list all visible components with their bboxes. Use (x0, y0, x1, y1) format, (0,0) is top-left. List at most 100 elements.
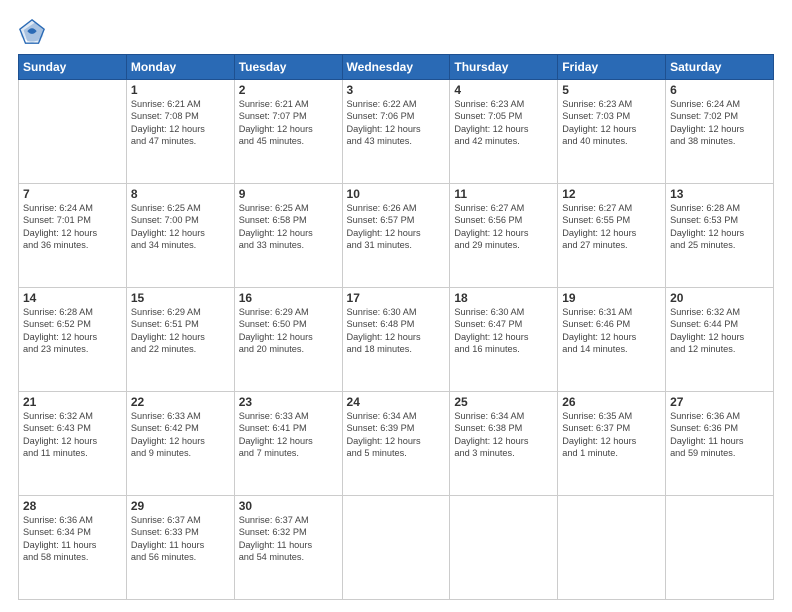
day-info: Sunrise: 6:27 AM Sunset: 6:56 PM Dayligh… (454, 202, 553, 252)
calendar-week-row: 7Sunrise: 6:24 AM Sunset: 7:01 PM Daylig… (19, 184, 774, 288)
day-number: 26 (562, 395, 661, 409)
day-number: 22 (131, 395, 230, 409)
calendar-cell: 17Sunrise: 6:30 AM Sunset: 6:48 PM Dayli… (342, 288, 450, 392)
day-info: Sunrise: 6:25 AM Sunset: 6:58 PM Dayligh… (239, 202, 338, 252)
day-number: 7 (23, 187, 122, 201)
calendar-cell: 24Sunrise: 6:34 AM Sunset: 6:39 PM Dayli… (342, 392, 450, 496)
day-info: Sunrise: 6:37 AM Sunset: 6:33 PM Dayligh… (131, 514, 230, 564)
calendar-cell: 18Sunrise: 6:30 AM Sunset: 6:47 PM Dayli… (450, 288, 558, 392)
day-number: 8 (131, 187, 230, 201)
day-number: 16 (239, 291, 338, 305)
day-info: Sunrise: 6:33 AM Sunset: 6:42 PM Dayligh… (131, 410, 230, 460)
day-number: 19 (562, 291, 661, 305)
calendar-week-row: 14Sunrise: 6:28 AM Sunset: 6:52 PM Dayli… (19, 288, 774, 392)
day-info: Sunrise: 6:36 AM Sunset: 6:36 PM Dayligh… (670, 410, 769, 460)
calendar-cell: 20Sunrise: 6:32 AM Sunset: 6:44 PM Dayli… (666, 288, 774, 392)
page: SundayMondayTuesdayWednesdayThursdayFrid… (0, 0, 792, 612)
day-number: 11 (454, 187, 553, 201)
day-info: Sunrise: 6:27 AM Sunset: 6:55 PM Dayligh… (562, 202, 661, 252)
calendar-cell: 7Sunrise: 6:24 AM Sunset: 7:01 PM Daylig… (19, 184, 127, 288)
day-info: Sunrise: 6:34 AM Sunset: 6:39 PM Dayligh… (347, 410, 446, 460)
calendar-cell (342, 496, 450, 600)
calendar-cell: 27Sunrise: 6:36 AM Sunset: 6:36 PM Dayli… (666, 392, 774, 496)
day-info: Sunrise: 6:26 AM Sunset: 6:57 PM Dayligh… (347, 202, 446, 252)
calendar-cell: 23Sunrise: 6:33 AM Sunset: 6:41 PM Dayli… (234, 392, 342, 496)
calendar-cell: 10Sunrise: 6:26 AM Sunset: 6:57 PM Dayli… (342, 184, 450, 288)
day-number: 3 (347, 83, 446, 97)
calendar-week-row: 1Sunrise: 6:21 AM Sunset: 7:08 PM Daylig… (19, 80, 774, 184)
day-info: Sunrise: 6:22 AM Sunset: 7:06 PM Dayligh… (347, 98, 446, 148)
day-number: 27 (670, 395, 769, 409)
calendar-cell: 12Sunrise: 6:27 AM Sunset: 6:55 PM Dayli… (558, 184, 666, 288)
day-number: 25 (454, 395, 553, 409)
day-number: 18 (454, 291, 553, 305)
day-number: 21 (23, 395, 122, 409)
calendar-header-monday: Monday (126, 55, 234, 80)
day-number: 10 (347, 187, 446, 201)
day-info: Sunrise: 6:37 AM Sunset: 6:32 PM Dayligh… (239, 514, 338, 564)
calendar-cell (450, 496, 558, 600)
calendar-cell: 29Sunrise: 6:37 AM Sunset: 6:33 PM Dayli… (126, 496, 234, 600)
calendar-cell: 8Sunrise: 6:25 AM Sunset: 7:00 PM Daylig… (126, 184, 234, 288)
day-info: Sunrise: 6:25 AM Sunset: 7:00 PM Dayligh… (131, 202, 230, 252)
day-number: 13 (670, 187, 769, 201)
calendar-header-friday: Friday (558, 55, 666, 80)
calendar-header-row: SundayMondayTuesdayWednesdayThursdayFrid… (19, 55, 774, 80)
day-info: Sunrise: 6:21 AM Sunset: 7:08 PM Dayligh… (131, 98, 230, 148)
day-number: 29 (131, 499, 230, 513)
day-info: Sunrise: 6:36 AM Sunset: 6:34 PM Dayligh… (23, 514, 122, 564)
calendar-cell: 15Sunrise: 6:29 AM Sunset: 6:51 PM Dayli… (126, 288, 234, 392)
calendar-cell (19, 80, 127, 184)
calendar-cell (558, 496, 666, 600)
day-number: 6 (670, 83, 769, 97)
day-info: Sunrise: 6:35 AM Sunset: 6:37 PM Dayligh… (562, 410, 661, 460)
calendar-cell: 4Sunrise: 6:23 AM Sunset: 7:05 PM Daylig… (450, 80, 558, 184)
day-info: Sunrise: 6:21 AM Sunset: 7:07 PM Dayligh… (239, 98, 338, 148)
day-number: 12 (562, 187, 661, 201)
day-info: Sunrise: 6:28 AM Sunset: 6:52 PM Dayligh… (23, 306, 122, 356)
calendar-cell: 13Sunrise: 6:28 AM Sunset: 6:53 PM Dayli… (666, 184, 774, 288)
calendar-cell: 14Sunrise: 6:28 AM Sunset: 6:52 PM Dayli… (19, 288, 127, 392)
day-info: Sunrise: 6:34 AM Sunset: 6:38 PM Dayligh… (454, 410, 553, 460)
calendar-header-sunday: Sunday (19, 55, 127, 80)
day-info: Sunrise: 6:33 AM Sunset: 6:41 PM Dayligh… (239, 410, 338, 460)
calendar-cell (666, 496, 774, 600)
calendar-cell: 25Sunrise: 6:34 AM Sunset: 6:38 PM Dayli… (450, 392, 558, 496)
day-number: 4 (454, 83, 553, 97)
day-number: 28 (23, 499, 122, 513)
day-number: 9 (239, 187, 338, 201)
day-info: Sunrise: 6:24 AM Sunset: 7:02 PM Dayligh… (670, 98, 769, 148)
calendar-cell: 16Sunrise: 6:29 AM Sunset: 6:50 PM Dayli… (234, 288, 342, 392)
day-info: Sunrise: 6:23 AM Sunset: 7:05 PM Dayligh… (454, 98, 553, 148)
calendar-cell: 22Sunrise: 6:33 AM Sunset: 6:42 PM Dayli… (126, 392, 234, 496)
calendar-cell: 6Sunrise: 6:24 AM Sunset: 7:02 PM Daylig… (666, 80, 774, 184)
day-info: Sunrise: 6:32 AM Sunset: 6:44 PM Dayligh… (670, 306, 769, 356)
logo-icon (18, 18, 46, 46)
calendar-header-tuesday: Tuesday (234, 55, 342, 80)
day-number: 2 (239, 83, 338, 97)
day-number: 14 (23, 291, 122, 305)
calendar-cell: 11Sunrise: 6:27 AM Sunset: 6:56 PM Dayli… (450, 184, 558, 288)
calendar-cell: 2Sunrise: 6:21 AM Sunset: 7:07 PM Daylig… (234, 80, 342, 184)
calendar-week-row: 21Sunrise: 6:32 AM Sunset: 6:43 PM Dayli… (19, 392, 774, 496)
day-number: 24 (347, 395, 446, 409)
day-number: 15 (131, 291, 230, 305)
calendar-cell: 28Sunrise: 6:36 AM Sunset: 6:34 PM Dayli… (19, 496, 127, 600)
day-info: Sunrise: 6:29 AM Sunset: 6:50 PM Dayligh… (239, 306, 338, 356)
day-number: 1 (131, 83, 230, 97)
calendar-cell: 5Sunrise: 6:23 AM Sunset: 7:03 PM Daylig… (558, 80, 666, 184)
header (18, 18, 774, 46)
calendar-header-thursday: Thursday (450, 55, 558, 80)
day-info: Sunrise: 6:30 AM Sunset: 6:47 PM Dayligh… (454, 306, 553, 356)
day-info: Sunrise: 6:29 AM Sunset: 6:51 PM Dayligh… (131, 306, 230, 356)
calendar-table: SundayMondayTuesdayWednesdayThursdayFrid… (18, 54, 774, 600)
calendar-week-row: 28Sunrise: 6:36 AM Sunset: 6:34 PM Dayli… (19, 496, 774, 600)
calendar-cell: 19Sunrise: 6:31 AM Sunset: 6:46 PM Dayli… (558, 288, 666, 392)
calendar-cell: 1Sunrise: 6:21 AM Sunset: 7:08 PM Daylig… (126, 80, 234, 184)
day-number: 30 (239, 499, 338, 513)
day-info: Sunrise: 6:30 AM Sunset: 6:48 PM Dayligh… (347, 306, 446, 356)
calendar-cell: 3Sunrise: 6:22 AM Sunset: 7:06 PM Daylig… (342, 80, 450, 184)
day-number: 20 (670, 291, 769, 305)
day-number: 23 (239, 395, 338, 409)
day-info: Sunrise: 6:23 AM Sunset: 7:03 PM Dayligh… (562, 98, 661, 148)
